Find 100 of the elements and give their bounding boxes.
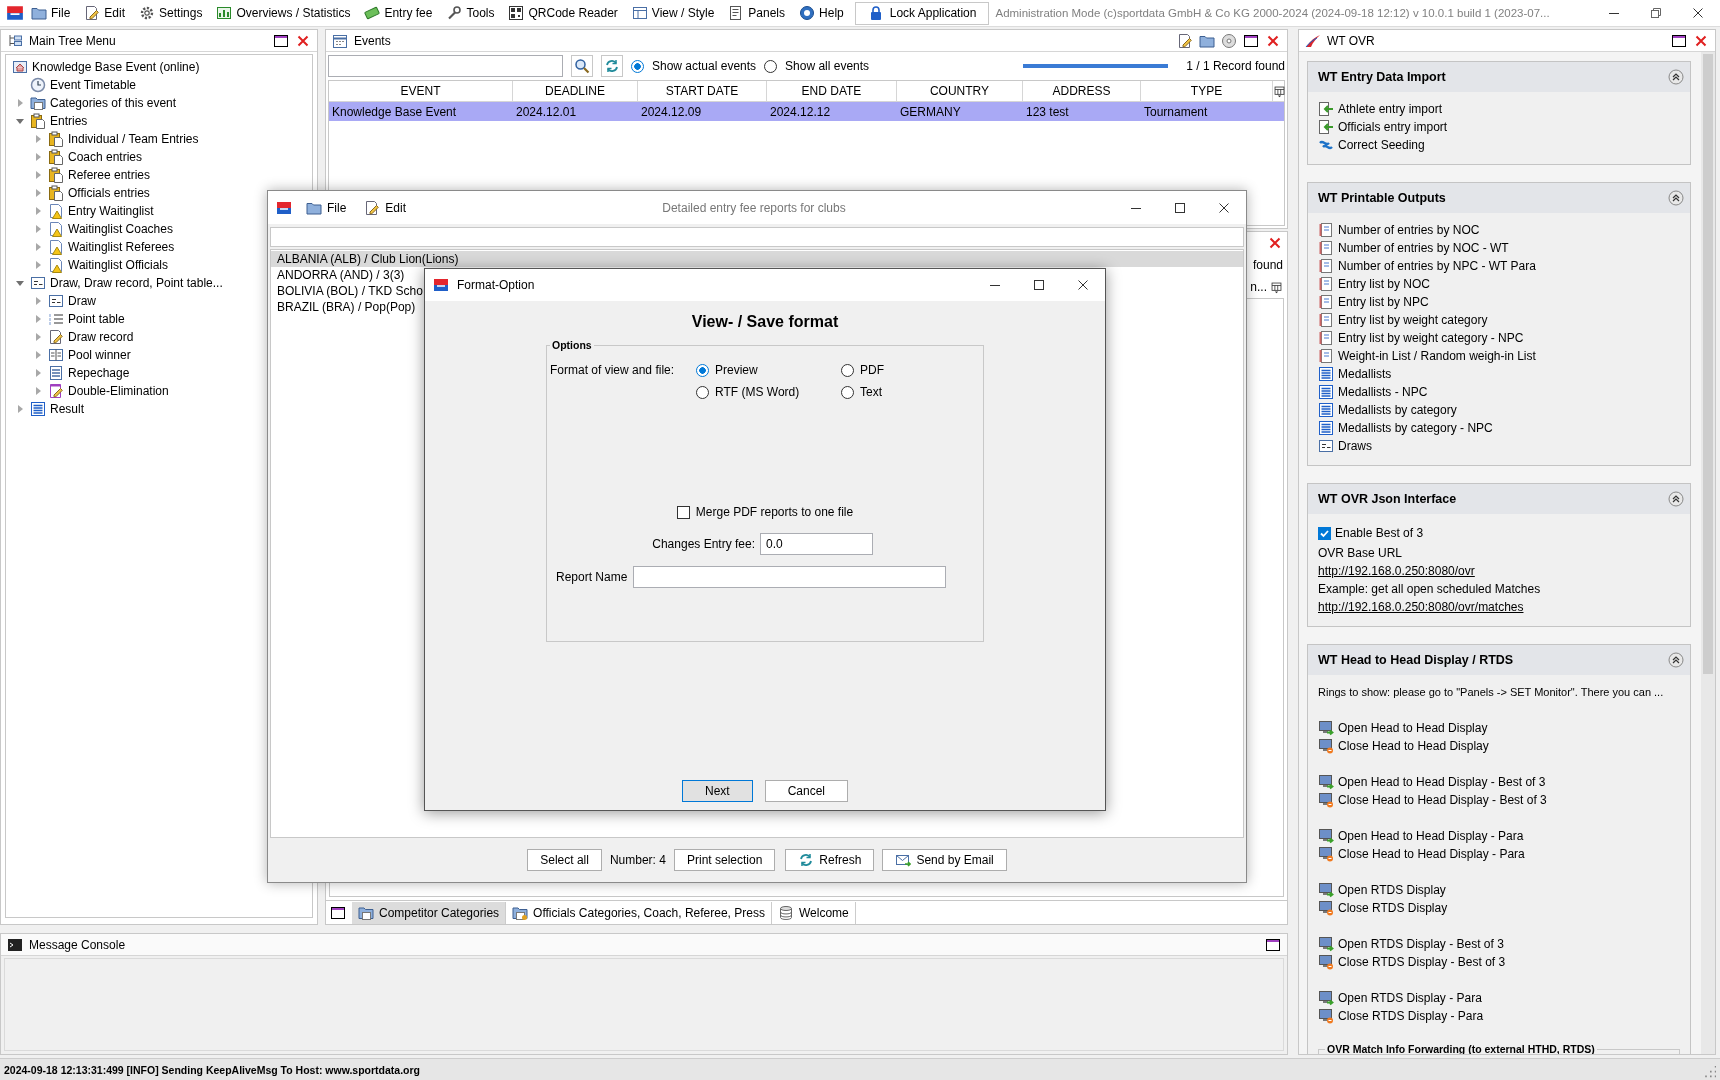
menu-item[interactable]: Panels	[721, 1, 793, 25]
list-item[interactable]: BOLIVIA (BOL) / TKD Scho	[271, 283, 427, 299]
dialog-button[interactable]: Cancel	[764, 780, 848, 802]
radio-label[interactable]: Preview	[715, 363, 758, 377]
radio-label[interactable]: RTF (MS Word)	[715, 385, 800, 399]
report-name-field[interactable]	[633, 566, 947, 588]
collapse-icon[interactable]	[1668, 652, 1684, 668]
tree-item[interactable]: Event Timetable	[50, 78, 137, 92]
columns-icon[interactable]	[1270, 280, 1283, 294]
action-link[interactable]: Medallists	[1338, 367, 1392, 381]
menu-item[interactable]: QRCode Reader	[501, 1, 625, 25]
action-link[interactable]: Open Head to Head Display - Para	[1338, 829, 1524, 843]
maximize-icon[interactable]	[1031, 277, 1047, 293]
checkbox-label[interactable]: Enable Best of 3	[1335, 526, 1424, 540]
tab[interactable]: Welcome	[771, 901, 856, 924]
tree-item[interactable]: Draw record	[68, 330, 134, 344]
action-link[interactable]: Correct Seeding	[1338, 138, 1425, 152]
restore-icon[interactable]	[1648, 5, 1664, 21]
maximize-icon[interactable]	[1265, 936, 1281, 953]
menu-item[interactable]: Settings	[132, 1, 210, 25]
checkbox-label[interactable]: Merge PDF reports to one file	[695, 505, 854, 519]
action-link[interactable]: Close RTDS Display	[1338, 901, 1448, 915]
maximize-icon[interactable]	[1671, 32, 1687, 49]
checkbox[interactable]	[1318, 526, 1331, 540]
tree-item[interactable]: Individual / Team Entries	[68, 132, 199, 146]
action-link[interactable]: Medallists - NPC	[1338, 385, 1428, 399]
refresh-button[interactable]	[601, 55, 623, 77]
table-row[interactable]: Knowledge Base Event 2024.12.01 2024.12.09 2024.12.12 GERMANY 123 test Tournament	[329, 102, 1284, 121]
action-link[interactable]: Open RTDS Display - Best of 3	[1338, 937, 1504, 951]
tree-item[interactable]: Draw, Draw record, Point table...	[50, 276, 223, 290]
email-button[interactable]: Send by Email	[882, 849, 1007, 871]
entry-fee-field[interactable]: 0.0	[760, 533, 873, 555]
tree-item[interactable]: Waitinglist Coaches	[68, 222, 173, 236]
search-button[interactable]	[571, 55, 593, 77]
tree-item[interactable]: Coach entries	[68, 150, 143, 164]
tree-item[interactable]: Draw	[68, 294, 96, 308]
action-link[interactable]: Athlete entry import	[1338, 102, 1443, 116]
action-link[interactable]: Draws	[1338, 439, 1372, 453]
maximize-icon[interactable]	[330, 904, 346, 921]
radio-label[interactable]: Show all events	[785, 59, 870, 73]
columns-icon[interactable]	[1273, 84, 1286, 98]
checkbox[interactable]	[676, 505, 690, 519]
disc-icon[interactable]	[1221, 32, 1237, 49]
action-link[interactable]: Number of entries by NPC - WT Para	[1338, 259, 1536, 273]
select-all-button[interactable]: Select all	[527, 849, 602, 871]
tree-item[interactable]: Double-Elimination	[68, 384, 169, 398]
action-link[interactable]: Number of entries by NOC - WT	[1338, 241, 1509, 255]
collapse-icon[interactable]	[1668, 190, 1684, 206]
action-link[interactable]: Entry list by NOC	[1338, 277, 1430, 291]
radio-button[interactable]	[696, 363, 709, 377]
search-field[interactable]	[328, 55, 563, 77]
action-link[interactable]: Open RTDS Display	[1338, 883, 1446, 897]
menu-item[interactable]: View / Style	[624, 1, 722, 25]
dialog-button[interactable]: Next	[681, 780, 753, 802]
tree-item[interactable]: Knowledge Base Event (online)	[32, 60, 200, 74]
tab[interactable]: Officials Categories, Coach, Referee, Press	[506, 901, 772, 924]
action-link[interactable]: Close RTDS Display - Best of 3	[1338, 955, 1506, 969]
tree-item[interactable]: Pool winner	[68, 348, 131, 362]
url-link[interactable]: http://192.168.0.250:8080/ovr/matches	[1318, 600, 1524, 614]
menu-item[interactable]: File	[302, 195, 351, 220]
menu-item[interactable]: Help	[792, 1, 851, 25]
maximize-icon[interactable]	[1243, 32, 1259, 49]
tree-item[interactable]: Referee entries	[68, 168, 151, 182]
tree-item[interactable]: Entry Waitinglist	[68, 204, 154, 218]
list-item[interactable]: ALBANIA (ALB) / Club Lion(Lions)	[271, 251, 1243, 267]
radio-button[interactable]	[696, 385, 709, 399]
action-link[interactable]: Entry list by weight category - NPC	[1338, 331, 1524, 345]
menu-item[interactable]: Edit	[77, 1, 133, 25]
action-link[interactable]: Entry list by NPC	[1338, 295, 1429, 309]
tree-item[interactable]: Waitinglist Referees	[68, 240, 175, 254]
tree-item[interactable]: Categories of this event	[50, 96, 177, 110]
collapse-icon[interactable]	[1668, 69, 1684, 85]
radio-button[interactable]	[841, 363, 854, 377]
tree-item[interactable]: Entries	[50, 114, 88, 128]
radio-button[interactable]	[764, 59, 778, 73]
radio-button[interactable]	[841, 385, 854, 399]
menu-item[interactable]: Edit	[360, 195, 411, 220]
edit-icon[interactable]	[1177, 32, 1193, 49]
radio-label[interactable]: Text	[860, 385, 882, 399]
tree-item[interactable]: Result	[50, 402, 84, 416]
action-link[interactable]: Entry list by weight category	[1338, 313, 1488, 327]
scrollbar[interactable]	[1701, 52, 1715, 1054]
action-link[interactable]: Close RTDS Display - Para	[1338, 1009, 1484, 1023]
action-link[interactable]: Open Head to Head Display	[1338, 721, 1488, 735]
lock-button[interactable]: Lock Application	[854, 1, 990, 25]
radio-button[interactable]	[631, 59, 644, 73]
menu-item[interactable]: File	[24, 1, 78, 25]
tree-item[interactable]: Waitinglist Officials	[68, 258, 169, 272]
tab[interactable]: Competitor Categories	[352, 901, 507, 924]
action-link[interactable]: Close Head to Head Display - Best of 3	[1338, 793, 1547, 807]
print-button[interactable]: Print selection	[673, 849, 776, 871]
tree-item[interactable]: Officials entries	[68, 186, 150, 200]
url-link[interactable]: http://192.168.0.250:8080/ovr	[1318, 564, 1475, 578]
menu-item[interactable]: Overviews / Statistics	[209, 1, 358, 25]
action-link[interactable]: Officials entry import	[1338, 120, 1448, 134]
action-link[interactable]: Weight-in List / Random weigh-in List	[1338, 349, 1536, 363]
radio-label[interactable]: Show actual events	[652, 59, 757, 73]
action-link[interactable]: Open Head to Head Display - Best of 3	[1338, 775, 1546, 789]
action-link[interactable]: Medallists by category - NPC	[1338, 421, 1493, 435]
tree-item[interactable]: Repechage	[68, 366, 130, 380]
